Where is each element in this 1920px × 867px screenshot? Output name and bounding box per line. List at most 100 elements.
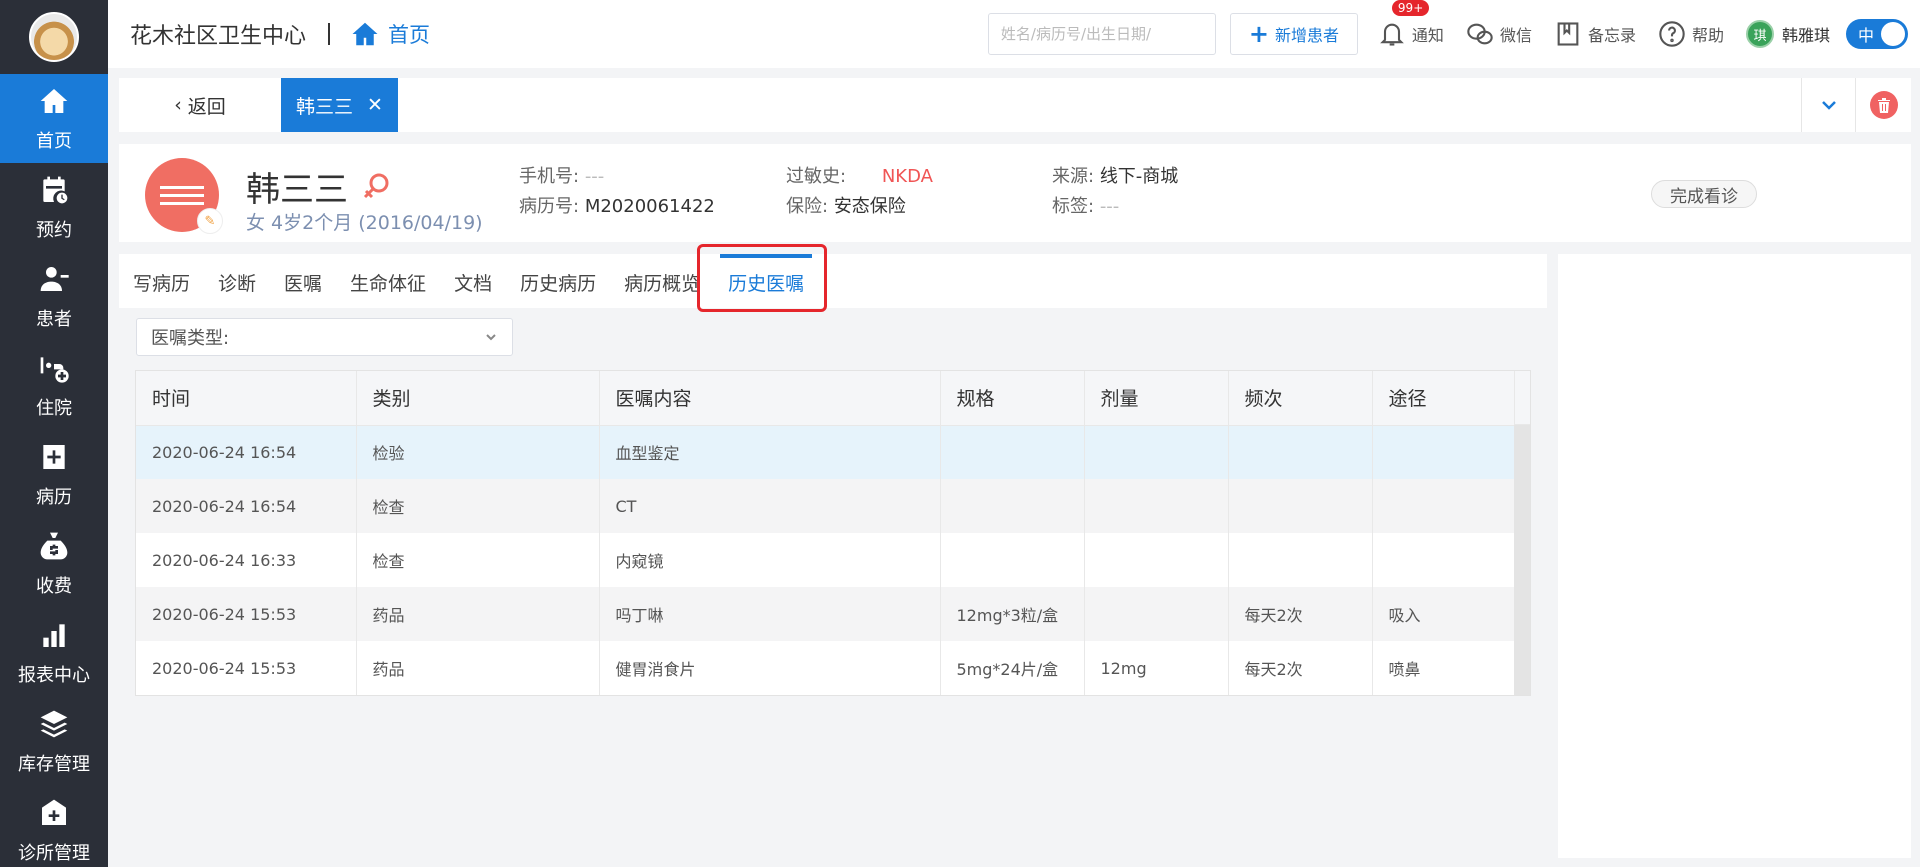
memo-button[interactable]: 备忘录 xyxy=(1554,20,1636,48)
bar-chart-icon xyxy=(43,623,65,647)
column-header[interactable]: 医嘱内容 xyxy=(599,371,941,426)
tab-history-orders[interactable]: 历史医嘱 xyxy=(714,254,818,308)
cell-spec xyxy=(940,479,1085,533)
close-all-tabs-button[interactable] xyxy=(1855,78,1911,132)
record-number-value: M2020061422 xyxy=(584,196,715,217)
cell-route xyxy=(1372,479,1515,533)
tab-patient[interactable]: 韩三三 ✕ xyxy=(281,78,398,132)
tab-record-overview[interactable]: 病历概览 xyxy=(610,254,714,308)
notification-badge: 99+ xyxy=(1391,0,1430,16)
back-button[interactable]: ‹ 返回 xyxy=(119,78,281,132)
calendar-icon xyxy=(43,176,68,203)
breadcrumb-home[interactable]: 首页 xyxy=(350,19,430,49)
cell-content: 血型鉴定 xyxy=(599,425,941,479)
order-type-select[interactable]: 医嘱类型: xyxy=(136,318,513,356)
source-value: 线下-商城 xyxy=(1099,166,1179,187)
search-input[interactable] xyxy=(987,13,1216,55)
tab-vital-signs[interactable]: 生命体征 xyxy=(336,254,440,308)
tab-strip-actions xyxy=(1801,78,1911,132)
sidebar-item-label: 患者 xyxy=(36,308,72,330)
wechat-icon xyxy=(1467,23,1493,45)
cell-route xyxy=(1372,425,1515,479)
tab-diagnosis[interactable]: 诊断 xyxy=(204,254,270,308)
tab-orders[interactable]: 医嘱 xyxy=(270,254,336,308)
wechat-button[interactable]: 微信 xyxy=(1466,20,1532,48)
back-label: 返回 xyxy=(187,95,226,118)
cell-frequency xyxy=(1228,425,1373,479)
page-tab-strip: ‹ 返回 韩三三 ✕ xyxy=(119,78,1911,132)
table-header-row: 时间 类别 医嘱内容 规格 剂量 频次 途径 xyxy=(136,371,1515,426)
column-header[interactable]: 剂量 xyxy=(1084,371,1229,426)
sidebar-item-label: 住院 xyxy=(36,397,72,419)
top-bar: 花木社区卫生中心 首页 + 新增患者 99+ 通知 微信 备忘录 帮助 琪 xyxy=(108,0,1920,68)
user-avatar: 琪 xyxy=(1745,20,1774,48)
cell-category: 药品 xyxy=(356,587,600,641)
edit-avatar-icon[interactable]: ✎ xyxy=(197,208,223,234)
column-header[interactable]: 时间 xyxy=(136,371,357,426)
sidebar-item-home[interactable]: 首页 xyxy=(0,74,108,163)
table-row[interactable]: 2020-06-24 16:54 检查 CT xyxy=(136,479,1515,533)
allergy-field: 过敏史: NKDA xyxy=(786,162,933,188)
notification-label: 通知 xyxy=(1411,26,1444,45)
home-icon xyxy=(40,88,68,113)
help-button[interactable]: 帮助 xyxy=(1658,20,1724,48)
cell-spec xyxy=(940,425,1085,479)
tag-value: --- xyxy=(1099,196,1120,217)
add-patient-label: 新增患者 xyxy=(1274,26,1339,45)
sidebar: 首页 预约 患者 住院 病历 收费 报表中心 库存管理 诊所管理 xyxy=(0,0,108,867)
cell-frequency: 每天2次 xyxy=(1228,587,1373,641)
cell-category: 药品 xyxy=(356,641,600,695)
clinic-icon xyxy=(42,799,66,825)
tab-dropdown-button[interactable] xyxy=(1801,78,1855,132)
tab-write-record[interactable]: 写病历 xyxy=(133,254,204,308)
insurance-label: 保险: xyxy=(786,196,829,217)
cell-route: 喷鼻 xyxy=(1372,641,1515,695)
main-panel: 写病历 诊断 医嘱 生命体征 文档 历史病历 病历概览 历史医嘱 医嘱类型: 时… xyxy=(119,244,1547,858)
avatar-line xyxy=(160,193,204,197)
cell-content: 内窥镜 xyxy=(599,533,941,587)
close-icon[interactable]: ✕ xyxy=(367,94,383,116)
cell-spec: 12mg*3粒/盒 xyxy=(940,587,1085,641)
order-type-label: 医嘱类型: xyxy=(151,328,230,349)
user-menu[interactable]: 琪 韩雅琪 xyxy=(1745,20,1830,48)
cell-route: 吸入 xyxy=(1372,587,1515,641)
allergy-label: 过敏史: xyxy=(786,166,847,187)
money-bag-icon xyxy=(40,532,68,559)
phone-value: --- xyxy=(584,166,605,187)
column-header[interactable]: 规格 xyxy=(940,371,1085,426)
language-toggle[interactable]: 中 xyxy=(1846,19,1908,49)
sidebar-item-label: 首页 xyxy=(36,130,72,152)
table-row[interactable]: 2020-06-24 15:53 药品 健胃消食片 5mg*24片/盒 12mg… xyxy=(136,641,1515,695)
sidebar-item-reports[interactable]: 报表中心 xyxy=(0,608,108,697)
table-row[interactable]: 2020-06-24 16:54 检验 血型鉴定 xyxy=(136,425,1515,479)
table-scrollbar[interactable] xyxy=(1514,425,1530,695)
avatar[interactable] xyxy=(29,12,79,62)
record-tabs: 写病历 诊断 医嘱 生命体征 文档 历史病历 病历概览 历史医嘱 xyxy=(119,254,1547,308)
sidebar-item-label: 预约 xyxy=(36,219,72,241)
column-header[interactable]: 类别 xyxy=(356,371,600,426)
tab-history-records[interactable]: 历史病历 xyxy=(506,254,610,308)
sidebar-item-label: 诊所管理 xyxy=(18,842,90,864)
table-row[interactable]: 2020-06-24 16:33 检查 内窥镜 xyxy=(136,533,1515,587)
bell-icon xyxy=(1380,23,1404,46)
sidebar-item-billing[interactable]: 收费 xyxy=(0,519,108,608)
column-header[interactable]: 途径 xyxy=(1372,371,1515,426)
cell-time: 2020-06-24 16:54 xyxy=(136,479,357,533)
source-label: 来源: xyxy=(1052,166,1095,187)
table-row[interactable]: 2020-06-24 15:53 药品 吗丁啉 12mg*3粒/盒 每天2次 吸… xyxy=(136,587,1515,641)
finish-visit-button[interactable]: 完成看诊 xyxy=(1651,180,1757,208)
column-header[interactable]: 频次 xyxy=(1228,371,1373,426)
cell-dose xyxy=(1084,533,1229,587)
sidebar-item-inventory[interactable]: 库存管理 xyxy=(0,697,108,786)
source-field: 来源: 线下-商城 xyxy=(1052,162,1178,188)
sidebar-item-records[interactable]: 病历 xyxy=(0,430,108,519)
notification-button[interactable]: 99+ 通知 xyxy=(1378,0,1444,48)
sidebar-item-patients[interactable]: 患者 xyxy=(0,252,108,341)
sidebar-item-appointment[interactable]: 预约 xyxy=(0,163,108,252)
add-patient-button[interactable]: + 新增患者 xyxy=(1229,13,1358,55)
sidebar-item-inpatient[interactable]: 住院 xyxy=(0,341,108,430)
sidebar-item-clinic[interactable]: 诊所管理 xyxy=(0,786,108,867)
tab-documents[interactable]: 文档 xyxy=(440,254,506,308)
cell-frequency xyxy=(1228,533,1373,587)
avatar-wrap xyxy=(0,0,108,74)
